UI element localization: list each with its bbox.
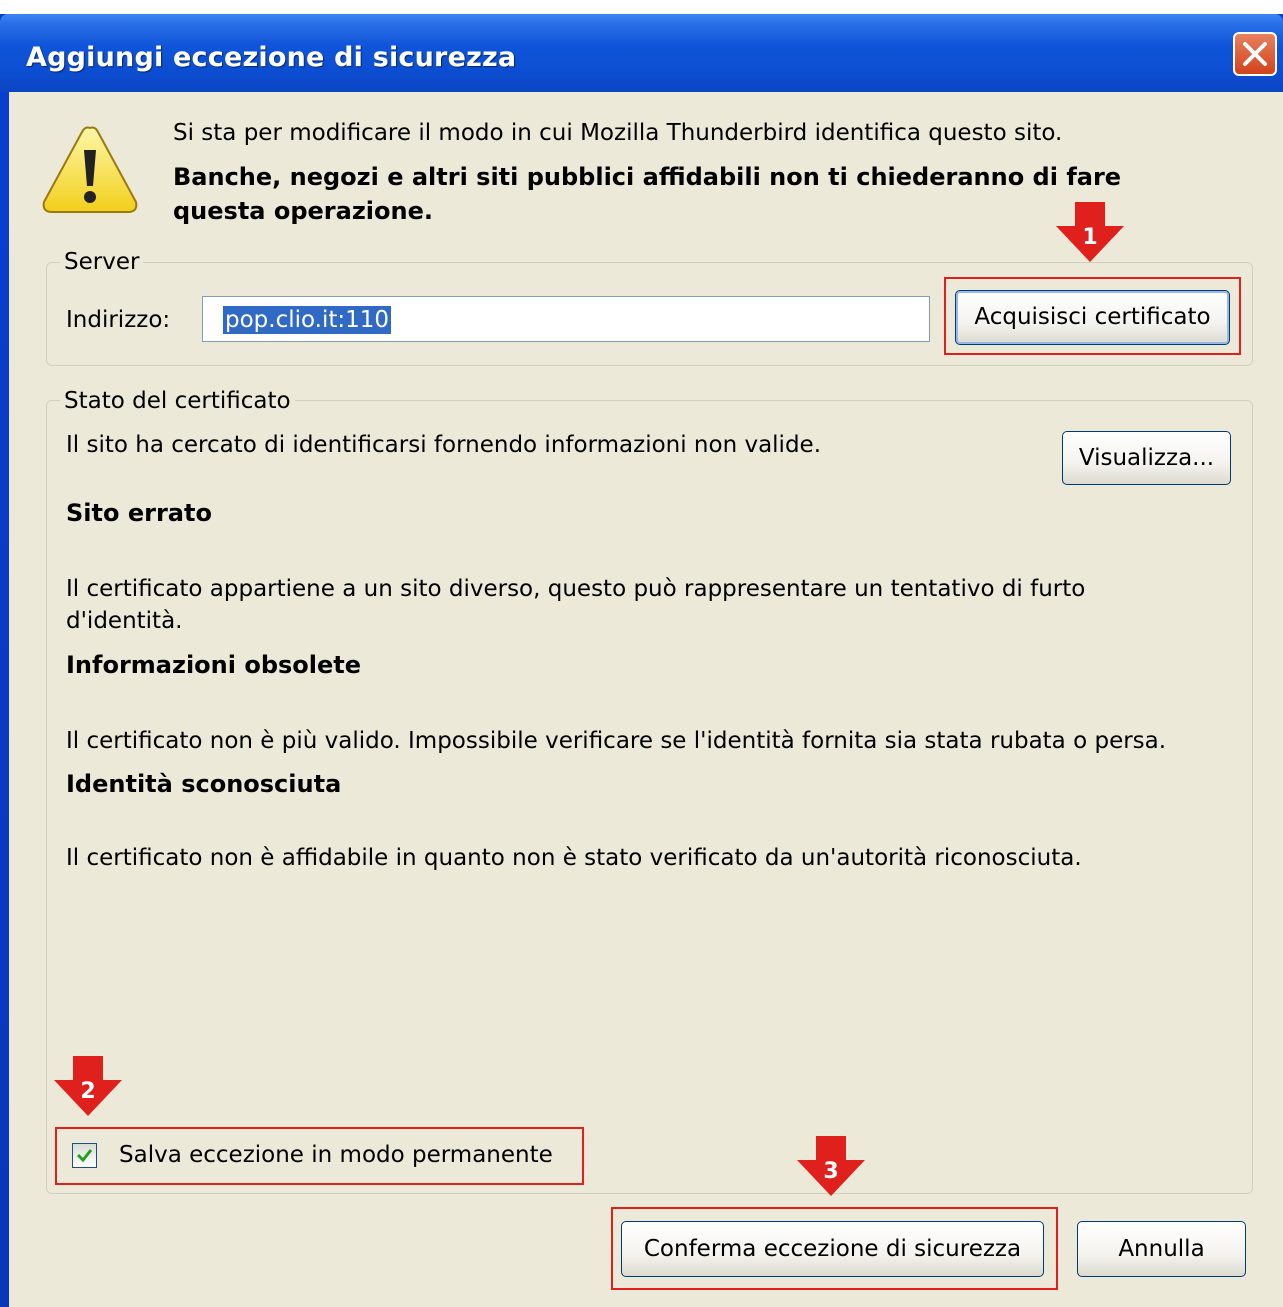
step-number-3: 3	[823, 1159, 838, 1184]
warning-icon	[42, 126, 138, 213]
issue-description: Il certificato non è più valido. Impossi…	[66, 728, 1167, 754]
address-input[interactable]: pop.clio.it:110	[202, 296, 930, 342]
close-icon	[1243, 42, 1267, 66]
close-button[interactable]	[1233, 32, 1277, 76]
permanent-checkbox[interactable]	[72, 1143, 97, 1168]
address-label: Indirizzo:	[66, 307, 171, 333]
step-arrow-3-icon: 3	[797, 1136, 865, 1196]
step-number-2: 2	[80, 1079, 95, 1104]
address-value: pop.clio.it:110	[223, 306, 392, 334]
issue-title: Sito errato	[66, 499, 212, 527]
cancel-button[interactable]: Annulla	[1077, 1221, 1246, 1277]
step-arrow-2-icon: 2	[54, 1056, 122, 1116]
issue-description: Il certificato appartiene a un sito dive…	[66, 576, 1086, 634]
intro-text: Si sta per modificare il modo in cui Moz…	[173, 120, 1063, 146]
issue-description: Il certificato non è affidabile in quant…	[66, 845, 1082, 871]
server-legend: Server	[60, 248, 144, 276]
get-certificate-button[interactable]: Acquisisci certificato	[955, 290, 1230, 345]
step-arrow-1-icon: 1	[1056, 202, 1124, 262]
certificate-status-legend: Stato del certificato	[60, 387, 295, 415]
confirm-exception-button[interactable]: Conferma eccezione di sicurezza	[621, 1221, 1044, 1277]
permanent-checkbox-label[interactable]: Salva eccezione in modo permanente	[119, 1140, 553, 1170]
issue-title: Identità sconosciuta	[66, 770, 342, 798]
issue-title: Informazioni obsolete	[66, 651, 362, 679]
dialog-title: Aggiungi eccezione di sicurezza	[26, 42, 517, 73]
status-summary: Il sito ha cercato di identificarsi forn…	[66, 432, 822, 458]
step-number-1: 1	[1082, 225, 1097, 250]
view-certificate-button[interactable]: Visualizza...	[1062, 431, 1231, 485]
checkmark-icon	[76, 1149, 93, 1163]
